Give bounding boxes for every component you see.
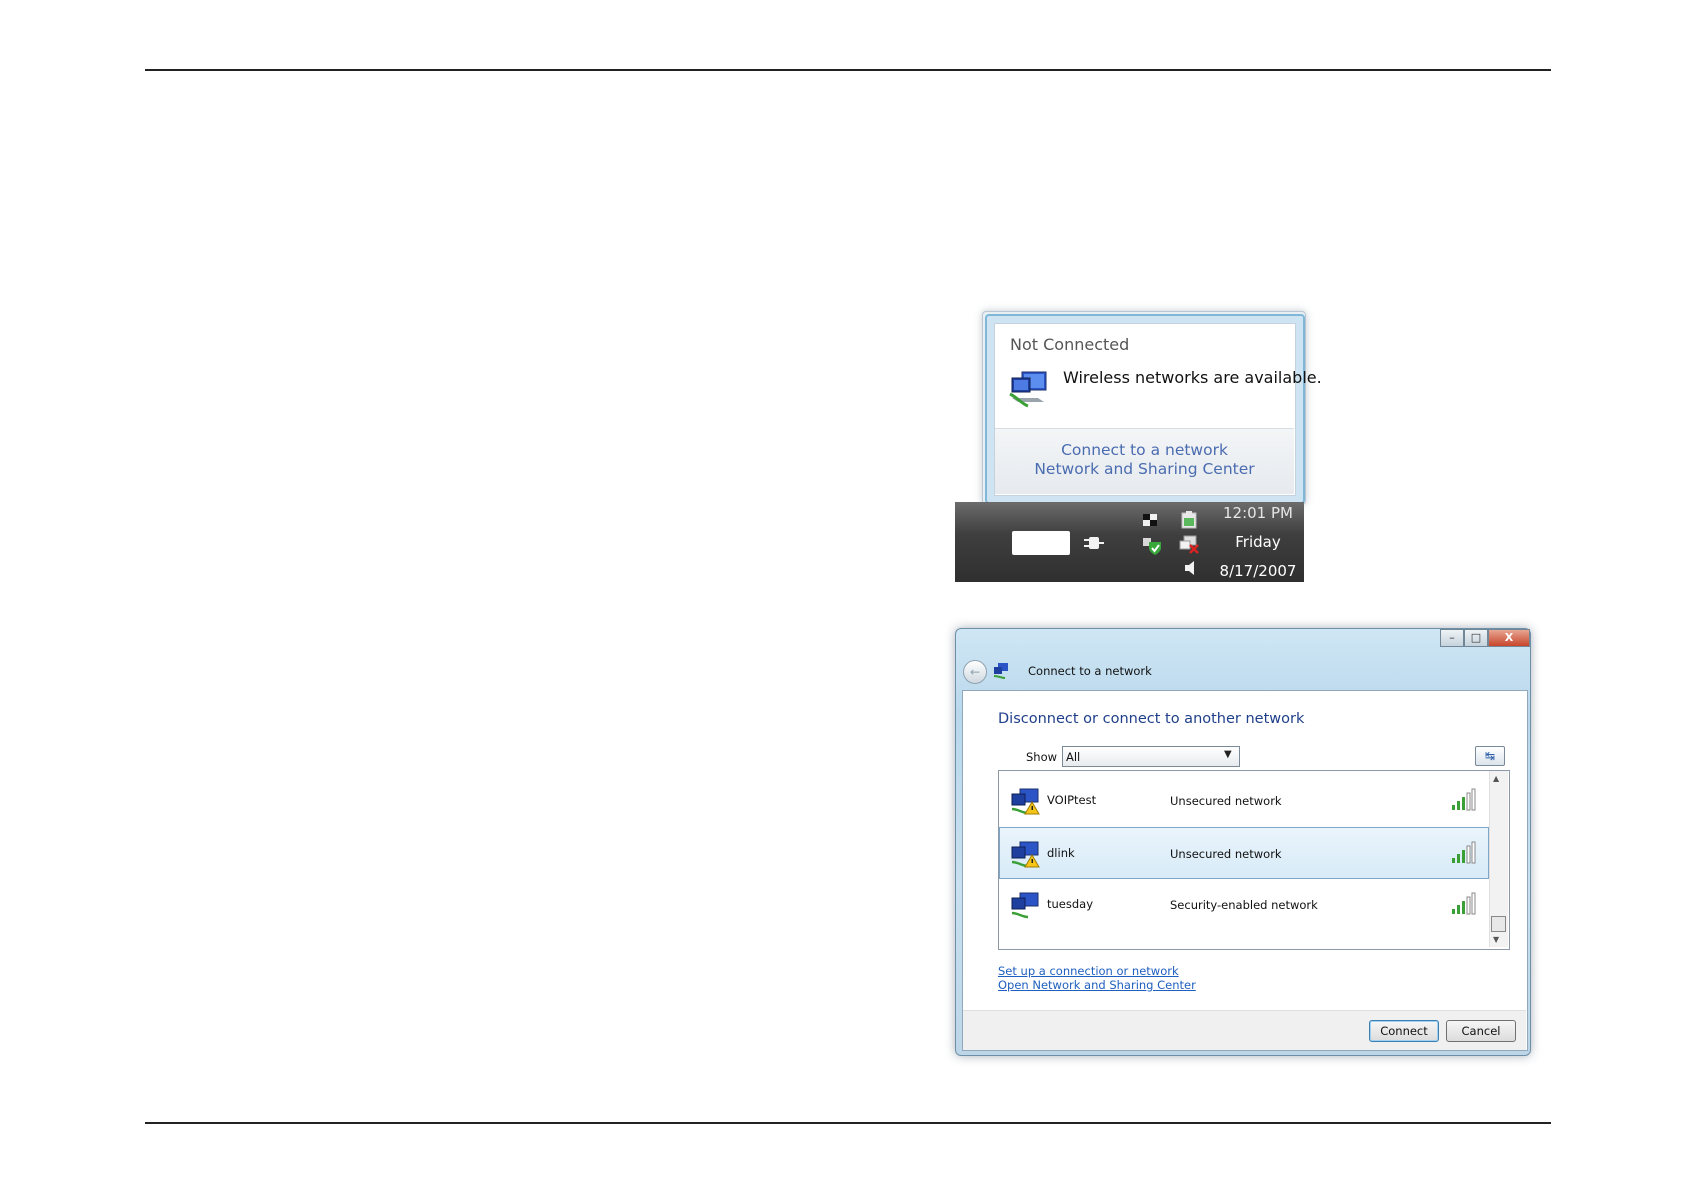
- setup-connection-link[interactable]: Set up a connection or network: [998, 964, 1179, 978]
- network-disconnected-icon[interactable]: [1178, 534, 1200, 554]
- scroll-down-icon[interactable]: ▼: [1493, 935, 1499, 944]
- show-filter-dropdown[interactable]: [1062, 746, 1240, 767]
- cancel-button[interactable]: Cancel: [1446, 1020, 1516, 1042]
- network-name: dlink: [1047, 846, 1075, 860]
- connect-to-network-link[interactable]: Connect to a network: [995, 441, 1294, 459]
- scroll-thumb[interactable]: [1491, 916, 1506, 932]
- signal-strength-icon: [1452, 841, 1476, 864]
- connect-button[interactable]: Connect: [1369, 1020, 1439, 1042]
- signal-strength-icon: [1452, 788, 1476, 811]
- taskbar-blank-item[interactable]: [1012, 531, 1070, 555]
- clock-time[interactable]: 12:01 PM: [1212, 504, 1304, 522]
- network-sharing-center-link[interactable]: Network and Sharing Center: [995, 460, 1294, 478]
- signal-strength-icon: [1452, 892, 1476, 915]
- close-button[interactable]: X: [1488, 629, 1530, 647]
- clock-date[interactable]: 8/17/2007: [1212, 562, 1304, 580]
- network-row-tuesday[interactable]: tuesday Security-enabled network: [1000, 879, 1488, 929]
- dialog-footer: [963, 1010, 1526, 1050]
- popup-status-text: Not Connected: [1010, 335, 1130, 354]
- unsecured-network-icon: [1011, 841, 1040, 868]
- show-filter-value: All: [1066, 750, 1081, 764]
- network-security: Security-enabled network: [1170, 898, 1318, 912]
- network-security: Unsecured network: [1170, 847, 1282, 861]
- network-name: VOIPtest: [1047, 793, 1097, 807]
- network-wizard-icon: [993, 663, 1008, 679]
- minimize-button[interactable]: –: [1440, 629, 1464, 647]
- unsecured-network-icon: [1011, 788, 1040, 815]
- open-sharing-center-link[interactable]: Open Network and Sharing Center: [998, 978, 1196, 992]
- dialog-heading: Disconnect or connect to another network: [998, 711, 1305, 727]
- battery-icon[interactable]: [1178, 510, 1200, 530]
- clock-day[interactable]: Friday: [1212, 533, 1304, 551]
- chevron-down-icon[interactable]: ▼: [1224, 749, 1232, 760]
- refresh-icon[interactable]: ↹: [1475, 746, 1505, 766]
- back-arrow-icon[interactable]: ←: [963, 660, 987, 684]
- top-rule: [145, 69, 1551, 71]
- power-plug-icon[interactable]: [1083, 534, 1105, 552]
- maximize-button[interactable]: □: [1464, 629, 1488, 647]
- network-computer-icon: [1009, 371, 1047, 408]
- window-controls: – □ X: [1440, 629, 1530, 647]
- flag-icon[interactable]: [1141, 512, 1161, 530]
- popup-message: Wireless networks are available.: [1063, 368, 1322, 387]
- network-row-voiptest[interactable]: VOIPtest Unsecured network: [1000, 775, 1488, 825]
- secured-network-icon: [1011, 892, 1039, 919]
- security-shield-icon[interactable]: [1141, 536, 1163, 556]
- volume-icon[interactable]: [1182, 559, 1198, 577]
- network-security: Unsecured network: [1170, 794, 1282, 808]
- bottom-rule: [145, 1122, 1551, 1124]
- scroll-up-icon[interactable]: ▲: [1493, 774, 1499, 783]
- show-label: Show: [1026, 750, 1058, 764]
- dialog-title: Connect to a network: [1028, 664, 1152, 678]
- network-row-dlink[interactable]: dlink Unsecured network: [999, 827, 1489, 879]
- network-name: tuesday: [1047, 897, 1094, 911]
